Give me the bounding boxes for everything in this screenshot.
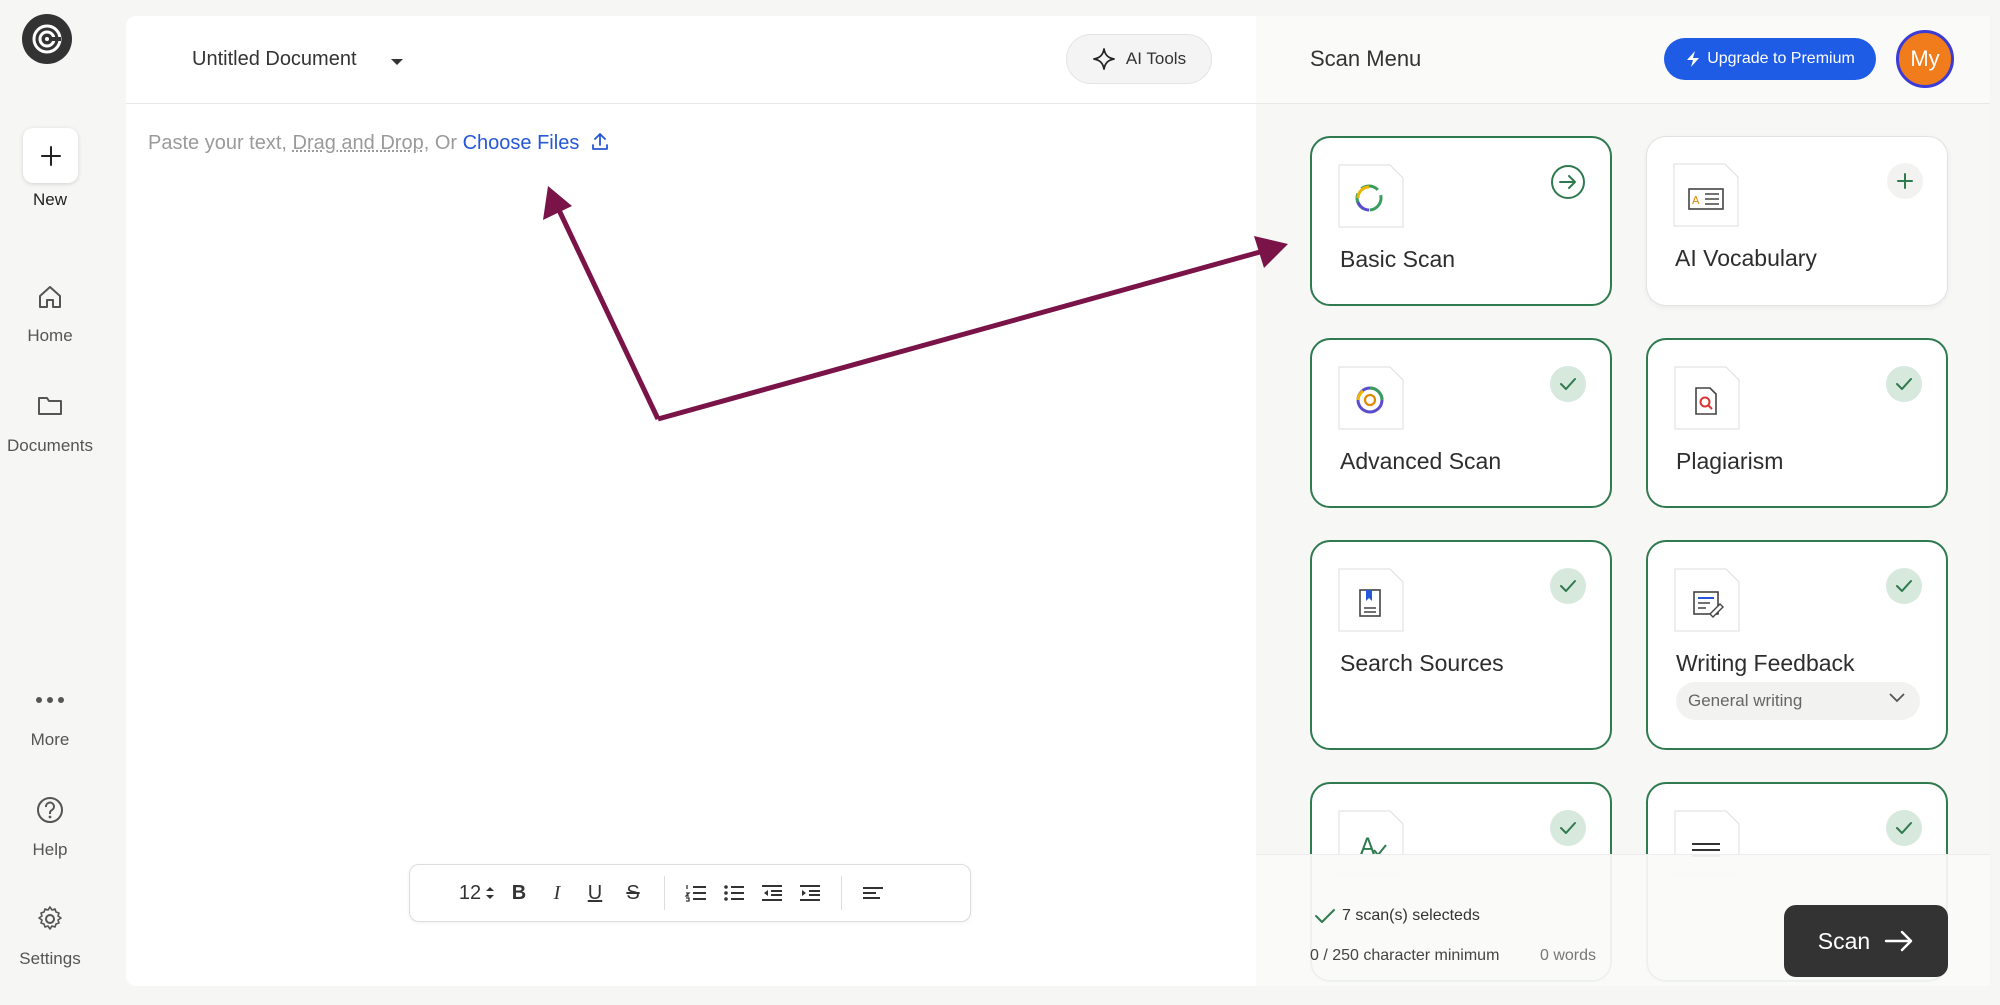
check-icon bbox=[1886, 366, 1922, 402]
new-button[interactable] bbox=[23, 128, 78, 183]
folder-icon[interactable] bbox=[33, 388, 67, 422]
toolbar-divider bbox=[841, 876, 842, 910]
check-icon bbox=[1550, 568, 1586, 604]
ai-tools-label: AI Tools bbox=[1125, 49, 1187, 68]
home-icon[interactable] bbox=[33, 280, 67, 314]
bullet-list-icon[interactable] bbox=[715, 878, 753, 908]
editor-panel: Untitled Document AI Tools Paste your te… bbox=[126, 16, 1256, 986]
scan-button-label: Scan bbox=[1817, 927, 1871, 954]
plus-icon bbox=[40, 145, 61, 166]
nav-item-documents[interactable]: Documents bbox=[0, 436, 100, 456]
font-size-select[interactable]: 12 bbox=[454, 878, 500, 908]
writing-feedback-icon bbox=[1674, 568, 1740, 632]
writing-type-select[interactable]: General writing bbox=[1676, 682, 1920, 720]
stepper-icon bbox=[486, 887, 495, 899]
plus-icon bbox=[1887, 163, 1923, 199]
arrow-right-icon bbox=[1885, 930, 1913, 952]
scan-button[interactable]: Scan bbox=[1784, 905, 1948, 977]
placeholder-text: Paste your text, bbox=[148, 132, 293, 154]
italic-button[interactable]: I bbox=[538, 878, 576, 908]
chevron-down-icon bbox=[1889, 693, 1905, 703]
scan-panel: Scan Menu Upgrade to Premium My Basic Sc… bbox=[1256, 16, 1990, 986]
card-label: Search Sources bbox=[1340, 650, 1504, 676]
svg-text:A: A bbox=[1692, 194, 1700, 207]
check-icon bbox=[1886, 568, 1922, 604]
font-size-value: 12 bbox=[458, 881, 482, 904]
advanced-scan-icon bbox=[1338, 366, 1404, 430]
bold-button[interactable]: B bbox=[500, 878, 538, 908]
scan-footer: 7 scan(s) selecteds 0 / 250 character mi… bbox=[1256, 854, 1990, 986]
search-sources-icon bbox=[1338, 568, 1404, 632]
character-minimum: 0 / 250 character minimum bbox=[1310, 947, 1500, 964]
strikethrough-button[interactable]: S bbox=[614, 878, 652, 908]
scan-card-plagiarism[interactable]: Plagiarism bbox=[1646, 338, 1948, 508]
check-icon bbox=[1315, 909, 1335, 923]
check-icon bbox=[1886, 810, 1922, 846]
align-left-icon[interactable] bbox=[854, 878, 892, 908]
scan-card-search-sources[interactable]: Search Sources bbox=[1310, 540, 1612, 750]
scan-card-advanced[interactable]: Advanced Scan bbox=[1310, 338, 1612, 508]
card-label: Advanced Scan bbox=[1340, 448, 1502, 474]
plagiarism-icon bbox=[1674, 366, 1740, 430]
scan-header: Scan Menu Upgrade to Premium My bbox=[1256, 16, 1990, 104]
left-nav: New Home Documents More Help Settings bbox=[0, 0, 126, 1005]
upgrade-label: Upgrade to Premium bbox=[1707, 50, 1855, 67]
placeholder-or: , Or bbox=[423, 132, 463, 154]
check-icon bbox=[1550, 366, 1586, 402]
nav-item-settings[interactable]: Settings bbox=[0, 949, 100, 969]
card-label: AI Vocabulary bbox=[1675, 245, 1817, 271]
card-label: Writing Feedback bbox=[1676, 650, 1855, 676]
choose-files-link[interactable]: Choose Files bbox=[463, 132, 580, 154]
editor-placeholder[interactable]: Paste your text, Drag and Drop, Or Choos… bbox=[148, 130, 611, 155]
indent-icon[interactable] bbox=[791, 878, 829, 908]
sparkle-icon bbox=[1093, 48, 1115, 70]
card-label: Basic Scan bbox=[1340, 246, 1456, 272]
card-label: Plagiarism bbox=[1676, 448, 1784, 474]
basic-scan-icon bbox=[1338, 164, 1404, 228]
document-title[interactable]: Untitled Document bbox=[192, 48, 357, 71]
nav-item-help[interactable]: Help bbox=[0, 840, 100, 860]
nav-item-more[interactable]: More bbox=[0, 730, 100, 750]
vocabulary-icon: A bbox=[1673, 163, 1739, 227]
ai-tools-button[interactable]: AI Tools bbox=[1066, 34, 1212, 84]
logo-icon bbox=[32, 24, 62, 54]
new-label: New bbox=[32, 190, 67, 209]
app-logo[interactable] bbox=[22, 14, 72, 64]
underline-button[interactable]: U bbox=[576, 878, 614, 908]
arrow-right-icon bbox=[1550, 164, 1586, 200]
upgrade-button[interactable]: Upgrade to Premium bbox=[1664, 38, 1876, 80]
word-count: 0 words bbox=[1540, 947, 1597, 964]
upload-icon[interactable] bbox=[589, 130, 611, 152]
selected-count: 7 scan(s) selecteds bbox=[1314, 907, 1480, 925]
gear-icon[interactable] bbox=[33, 902, 67, 936]
editor-header: Untitled Document AI Tools bbox=[126, 16, 1256, 104]
caret-down-icon[interactable] bbox=[390, 54, 404, 72]
lightning-icon bbox=[1687, 51, 1700, 67]
ordered-list-icon[interactable] bbox=[677, 878, 715, 908]
help-icon[interactable] bbox=[33, 793, 67, 827]
toolbar-divider bbox=[664, 876, 665, 910]
avatar[interactable]: My bbox=[1896, 30, 1954, 88]
scan-card-ai-vocabulary[interactable]: A AI Vocabulary bbox=[1646, 136, 1948, 306]
scan-menu-title: Scan Menu bbox=[1310, 46, 1422, 71]
drag-drop-link[interactable]: Drag and Drop bbox=[293, 132, 424, 154]
scan-card-writing-feedback[interactable]: Writing Feedback General writing bbox=[1646, 540, 1948, 750]
outdent-icon[interactable] bbox=[753, 878, 791, 908]
selected-count-text: 7 scan(s) selecteds bbox=[1342, 907, 1480, 924]
nav-item-home[interactable]: Home bbox=[0, 326, 100, 346]
check-icon bbox=[1550, 810, 1586, 846]
scan-card-basic[interactable]: Basic Scan bbox=[1310, 136, 1612, 306]
writing-type-value: General writing bbox=[1688, 691, 1803, 710]
format-toolbar: 12 B I U S bbox=[409, 864, 971, 922]
more-icon[interactable] bbox=[33, 683, 67, 717]
